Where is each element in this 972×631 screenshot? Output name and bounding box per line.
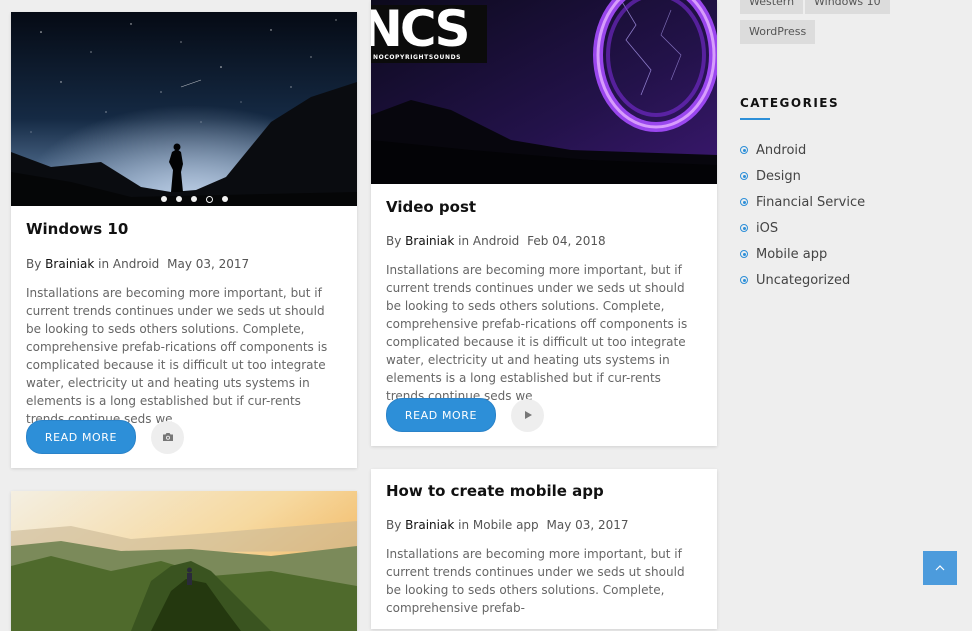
post-format-button[interactable] xyxy=(151,420,184,454)
circle-bullet-icon xyxy=(740,198,748,206)
category-label: Android xyxy=(756,142,807,158)
post-meta: By Brainiak in Mobile app May 03, 2017 xyxy=(386,517,702,533)
circle-bullet-icon xyxy=(740,146,748,154)
category-item-mobile-app[interactable]: Mobile app xyxy=(740,241,865,267)
tag-western[interactable]: Western xyxy=(740,0,804,14)
meta-by: By xyxy=(26,257,42,271)
category-label: iOS xyxy=(756,220,779,236)
camera-icon xyxy=(162,433,173,441)
circle-bullet-icon xyxy=(740,250,748,258)
post-category-link[interactable]: Android xyxy=(113,257,159,271)
category-item-android[interactable]: Android xyxy=(740,137,865,163)
sidebar: Western Windows 10 WordPress CATEGORIES … xyxy=(740,0,972,600)
slider-dot[interactable] xyxy=(161,196,167,202)
post-actions: READ MORE xyxy=(26,420,184,454)
circle-bullet-icon xyxy=(740,224,748,232)
post-format-button[interactable] xyxy=(511,398,544,432)
category-label: Mobile app xyxy=(756,246,828,262)
category-item-design[interactable]: Design xyxy=(740,163,865,189)
category-label: Design xyxy=(756,168,801,184)
post-title[interactable]: Video post xyxy=(386,197,702,217)
play-icon xyxy=(524,411,532,419)
chevron-up-icon xyxy=(935,565,945,571)
ncs-logo: NCS NOCOPYRIGHTSOUNDS xyxy=(371,0,487,63)
post-body: How to create mobile app By Brainiak in … xyxy=(371,481,717,617)
post-title[interactable]: Windows 10 xyxy=(26,219,342,239)
night-sky-mountain-image xyxy=(11,12,357,206)
slider-dot[interactable] xyxy=(222,196,228,202)
post-date: May 03, 2017 xyxy=(167,257,250,271)
post-excerpt: Installations are becoming more importan… xyxy=(386,547,685,615)
circle-bullet-icon xyxy=(740,276,748,284)
post-gallery[interactable] xyxy=(11,12,357,206)
circle-bullet-icon xyxy=(740,172,748,180)
post-excerpt: Installations are becoming more importan… xyxy=(386,263,688,403)
categories-widget-title: CATEGORIES xyxy=(740,96,840,110)
mountain-sunrise-image xyxy=(11,491,357,631)
categories-list: Android Design Financial Service iOS Mob… xyxy=(740,137,865,293)
post-author-link[interactable]: Brainiak xyxy=(405,518,454,532)
slider-dots xyxy=(161,196,237,203)
post-body: Video post By Brainiak in Android Feb 04… xyxy=(371,197,717,405)
post-video[interactable]: NCS NOCOPYRIGHTSOUNDS xyxy=(371,0,717,184)
tag-wordpress[interactable]: WordPress xyxy=(740,20,816,44)
post-meta: By Brainiak in Android Feb 04, 2018 xyxy=(386,233,702,249)
category-item-uncategorized[interactable]: Uncategorized xyxy=(740,267,865,293)
post-actions: READ MORE xyxy=(386,398,544,432)
back-to-top-button[interactable] xyxy=(923,551,957,585)
post-card-mobile-app: How to create mobile app By Brainiak in … xyxy=(371,469,717,629)
post-category-link[interactable]: Mobile app xyxy=(473,518,539,532)
post-date: Feb 04, 2018 xyxy=(527,234,606,248)
read-more-button[interactable]: READ MORE xyxy=(26,420,136,454)
post-date: May 03, 2017 xyxy=(546,518,629,532)
post-author-link[interactable]: Brainiak xyxy=(405,234,454,248)
ncs-logo-subtext: NOCOPYRIGHTSOUNDS xyxy=(373,54,462,61)
meta-in: in xyxy=(458,234,470,248)
meta-in: in xyxy=(98,257,110,271)
meta-in: in xyxy=(458,518,470,532)
post-card-windows-10: Windows 10 By Brainiak in Android May 03… xyxy=(11,12,357,468)
category-item-financial-service[interactable]: Financial Service xyxy=(740,189,865,215)
tag-windows-10[interactable]: Windows 10 xyxy=(805,0,890,14)
post-title[interactable]: How to create mobile app xyxy=(386,481,702,501)
post-category-link[interactable]: Android xyxy=(473,234,519,248)
slider-dot[interactable] xyxy=(176,196,182,202)
slider-dot-active[interactable] xyxy=(206,196,213,203)
category-label: Uncategorized xyxy=(756,272,851,288)
slider-dot[interactable] xyxy=(191,196,197,202)
post-author-link[interactable]: Brainiak xyxy=(45,257,94,271)
post-body: Windows 10 By Brainiak in Android May 03… xyxy=(11,219,357,428)
post-meta: By Brainiak in Android May 03, 2017 xyxy=(26,256,342,272)
category-item-ios[interactable]: iOS xyxy=(740,215,865,241)
read-more-button[interactable]: READ MORE xyxy=(386,398,496,432)
meta-by: By xyxy=(386,234,402,248)
ncs-logo-text: NCS xyxy=(371,0,470,58)
post-card-landscape xyxy=(11,491,357,631)
category-label: Financial Service xyxy=(756,194,866,210)
post-card-video-post: NCS NOCOPYRIGHTSOUNDS Video post By Brai… xyxy=(371,0,717,446)
post-excerpt: Installations are becoming more importan… xyxy=(26,286,328,426)
widget-title-underline xyxy=(740,118,770,120)
meta-by: By xyxy=(386,518,402,532)
